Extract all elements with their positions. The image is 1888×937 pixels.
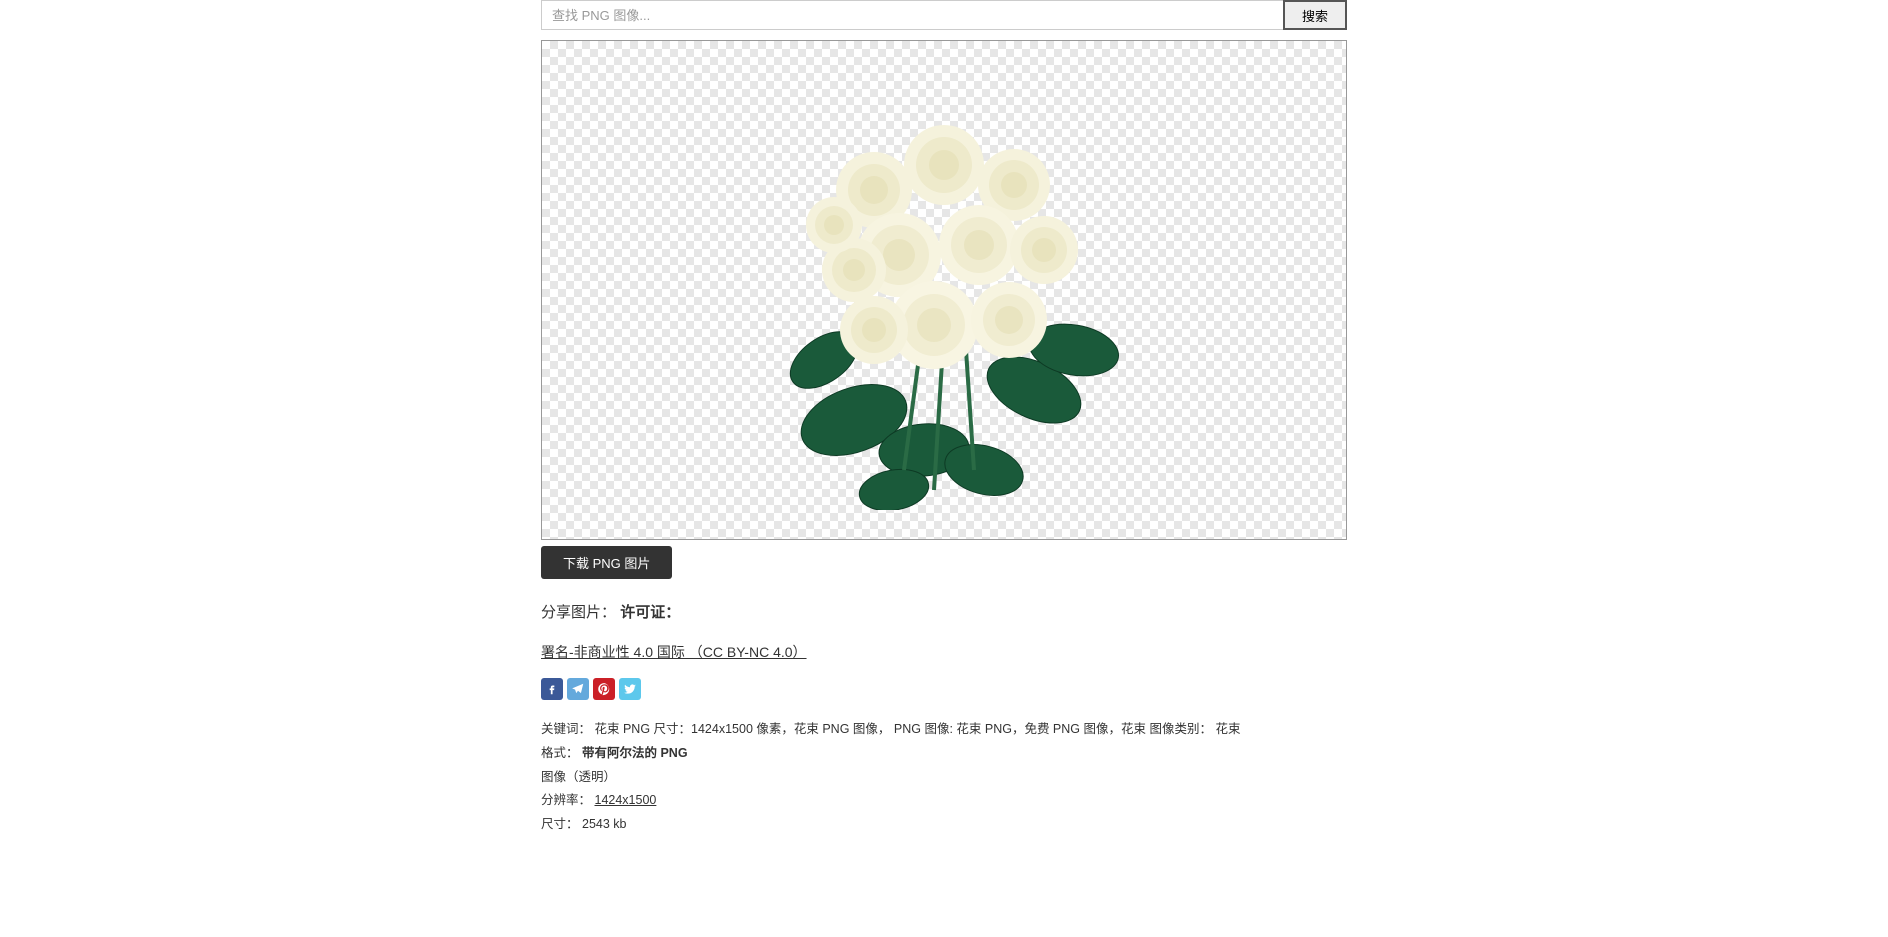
- pinterest-icon[interactable]: [593, 678, 615, 700]
- social-row: [541, 678, 1347, 700]
- resolution-link[interactable]: 1424x1500: [595, 793, 657, 807]
- category-link[interactable]: 花束: [1215, 722, 1240, 736]
- search-row: 搜索: [541, 0, 1347, 30]
- size-label: 尺寸：: [541, 817, 579, 831]
- keywords-value: 花束 PNG 尺寸：1424x1500 像素，花束 PNG 图像， PNG 图像…: [595, 722, 1216, 736]
- twitter-icon[interactable]: [619, 678, 641, 700]
- facebook-icon[interactable]: [541, 678, 563, 700]
- size-value: 2543 kb: [582, 817, 626, 831]
- search-input[interactable]: [541, 0, 1283, 30]
- keywords-label: 关键词：: [541, 722, 591, 736]
- search-button[interactable]: 搜索: [1283, 0, 1347, 30]
- share-label: 分享图片：: [541, 604, 616, 621]
- flower-image: [724, 70, 1164, 510]
- format-value: 带有阿尔法的 PNG: [582, 746, 688, 760]
- image-type: 图像（透明）: [541, 770, 616, 784]
- resolution-label: 分辨率：: [541, 793, 591, 807]
- license-title: 许可证：: [620, 604, 680, 621]
- image-preview-box[interactable]: [541, 40, 1347, 540]
- meta-info: 关键词： 花束 PNG 尺寸：1424x1500 像素，花束 PNG 图像， P…: [541, 718, 1347, 837]
- license-link[interactable]: 署名-非商业性 4.0 国际 （CC BY-NC 4.0）: [541, 642, 807, 662]
- share-license-row: 分享图片： 许可证：: [541, 601, 1347, 622]
- download-button[interactable]: 下载 PNG 图片: [541, 546, 672, 579]
- format-label: 格式：: [541, 746, 579, 760]
- telegram-icon[interactable]: [567, 678, 589, 700]
